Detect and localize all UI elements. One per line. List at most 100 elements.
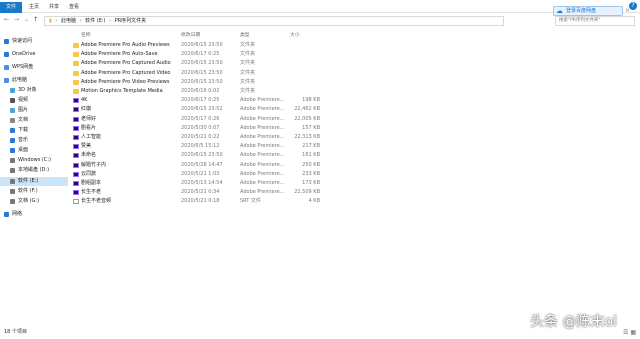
- file-size: 22,005 KB: [294, 115, 320, 122]
- recent-locations-icon[interactable]: ⌄: [24, 16, 29, 23]
- file-type: SRT 文件: [240, 198, 261, 205]
- column-header-type[interactable]: 类型: [240, 31, 250, 38]
- sidebar-item[interactable]: 软件 (F:): [0, 187, 68, 196]
- sidebar-item-label: 本地磁盘 (D:): [18, 167, 50, 173]
- file-row[interactable]: 剧看片 2020/5/30 0:07 Adobe Premiere... 157 KB: [70, 124, 400, 133]
- file-name: Adobe Premiere Pro Captured Audio: [81, 60, 171, 67]
- file-date: 2020/5/30 0:07: [181, 124, 220, 131]
- baidu-netdisk-login-button[interactable]: ☁ 登录百度网盘: [553, 6, 623, 16]
- file-row[interactable]: 赞美 2020/6/5 15:12 Adobe Premiere... 217 KB: [70, 142, 400, 151]
- back-icon[interactable]: ←: [4, 16, 9, 23]
- file-row[interactable]: 剧组副本 2020/5/13 14:54 Adobe Premiere... 173 …: [70, 179, 400, 188]
- close-icon[interactable]: ×: [625, 7, 630, 14]
- breadcrumb-drive-e[interactable]: 软件 (E:): [85, 18, 105, 24]
- file-row[interactable]: Adobe Premiere Pro Audio Previews 2020/6/…: [70, 41, 400, 50]
- column-header-date[interactable]: 修改日期: [181, 31, 200, 38]
- file-row[interactable]: Adobe Premiere Pro Video Previews 2020/6/…: [70, 78, 400, 87]
- breadcrumb-pr-folder[interactable]: PR序列文件夹: [115, 18, 147, 24]
- file-row[interactable]: Motion Graphics Template Media 2020/6/16 …: [70, 87, 400, 96]
- file-date: 2020/6/15 23:50: [181, 78, 223, 85]
- premiere-project-icon: [73, 107, 79, 113]
- sidebar-item[interactable]: 软件 (E:): [0, 177, 68, 186]
- help-icon[interactable]: ?: [629, 2, 637, 10]
- tab-view[interactable]: 查看: [66, 3, 82, 12]
- file-row[interactable]: Adobe Premiere Pro Captured Audio 2020/6/…: [70, 59, 400, 68]
- sidebar-item[interactable]: WPS网盘: [0, 63, 68, 72]
- sidebar-item-label: 此电脑: [12, 77, 28, 83]
- details-view-icon[interactable]: ☰: [623, 329, 628, 336]
- premiere-project-icon: [73, 116, 79, 122]
- sidebar-item-label: 软件 (E:): [18, 178, 39, 184]
- tab-home[interactable]: 主页: [26, 3, 42, 12]
- file-type: 文件夹: [240, 60, 256, 67]
- breadcrumb-this-pc[interactable]: 此电脑: [61, 18, 76, 24]
- file-row[interactable]: 长生不老音频 2020/5/21 0:18 SRT 文件 4 KB: [70, 197, 400, 206]
- desktop-icon: [10, 148, 15, 153]
- up-icon[interactable]: ↑: [33, 16, 38, 23]
- file-date: 2020/6/15 23:50: [181, 60, 223, 67]
- file-date: 2020/6/15 23:52: [181, 106, 223, 113]
- file-name: Adobe Premiere Pro Video Previews: [81, 78, 170, 85]
- sidebar-item[interactable]: 下载: [0, 126, 68, 135]
- file-row[interactable]: 云同旅 2020/5/21 1:03 Adobe Premiere... 233 KB: [70, 170, 400, 179]
- sidebar-item[interactable]: 桌面: [0, 146, 68, 155]
- file-type: Adobe Premiere...: [240, 152, 285, 159]
- cloud-icon: [4, 52, 9, 57]
- sidebar-item[interactable]: 快速访问: [0, 37, 68, 46]
- music-icon: [10, 138, 15, 143]
- file-size: 233 KB: [302, 170, 320, 177]
- sidebar-item[interactable]: 音乐: [0, 136, 68, 145]
- sidebar-item[interactable]: 3D 对象: [0, 86, 68, 95]
- sidebar-item-label: 3D 对象: [18, 87, 37, 93]
- sidebar-item-label: OneDrive: [12, 51, 36, 57]
- file-name: Motion Graphics Template Media: [81, 88, 163, 94]
- sidebar-item-label: WPS网盘: [12, 64, 34, 70]
- view-toggle[interactable]: ☰ ▦: [623, 329, 636, 336]
- file-row[interactable]: 4K 2020/6/17 0:25 Adobe Premiere... 198 KB: [70, 96, 400, 105]
- file-name: 人工智能: [81, 134, 102, 140]
- file-row[interactable]: 未命名 2020/6/15 23:50 Adobe Premiere... 161 K…: [70, 151, 400, 160]
- status-item-count: 18 个项目: [4, 329, 27, 335]
- file-row[interactable]: 红旗 2020/6/15 23:52 Adobe Premiere... 22,462…: [70, 105, 400, 114]
- file-row[interactable]: 老师好 2020/5/17 0:26 Adobe Premiere... 22,005…: [70, 115, 400, 124]
- sidebar-item-label: 视频: [18, 97, 29, 103]
- tab-share[interactable]: 共享: [46, 3, 62, 12]
- sidebar-item[interactable]: Windows (C:): [0, 156, 68, 165]
- sidebar-item[interactable]: 图片: [0, 106, 68, 115]
- file-size: 22,462 KB: [294, 106, 320, 113]
- file-type: 文件夹: [240, 69, 256, 76]
- search-input[interactable]: 搜索"PR序列文件夹": [555, 16, 635, 26]
- file-date: 2020/5/21 1:03: [181, 170, 220, 177]
- sidebar-item-label: 桌面: [18, 147, 29, 153]
- file-row[interactable]: 长生不老 2020/5/21 0:34 Adobe Premiere... 22,50…: [70, 188, 400, 197]
- file-row[interactable]: 解题竹子内 2020/5/28 14:47 Adobe Premiere... 250…: [70, 161, 400, 170]
- sidebar-item[interactable]: 文档 (G:): [0, 197, 68, 206]
- column-header-name[interactable]: 名称: [81, 31, 91, 38]
- cloud-icon: ☁: [556, 7, 563, 15]
- sidebar-item[interactable]: 视频: [0, 96, 68, 105]
- file-date: 2020/5/17 0:26: [181, 115, 220, 122]
- file-name: Adobe Premiere Pro Audio Previews: [81, 42, 170, 48]
- sidebar-item[interactable]: 此电脑: [0, 76, 68, 85]
- file-row[interactable]: 人工智能 2020/5/21 0:22 Adobe Premiere... 22,31…: [70, 133, 400, 142]
- large-icons-view-icon[interactable]: ▦: [630, 329, 636, 336]
- folder-icon: [73, 43, 79, 48]
- forward-icon[interactable]: →: [14, 16, 19, 23]
- file-type: Adobe Premiere...: [240, 143, 285, 150]
- file-row[interactable]: Adobe Premiere Pro Captured Video 2020/6/…: [70, 69, 400, 78]
- folder-icon: [73, 61, 79, 67]
- sidebar-item[interactable]: 网络: [0, 210, 68, 219]
- file-tab[interactable]: 文件: [0, 2, 22, 13]
- file-date: 2020/6/17 0:25: [181, 97, 220, 104]
- file-row[interactable]: Adobe Premiere Pro Auto-Save 2020/6/17 0:…: [70, 50, 400, 59]
- file-type: 文件夹: [240, 78, 256, 85]
- address-field[interactable]: ▮ › 此电脑 › 软件 (E:) › PR序列文件夹: [44, 16, 504, 26]
- sidebar-item[interactable]: 本地磁盘 (D:): [0, 166, 68, 175]
- file-size: 4 KB: [308, 198, 320, 205]
- file-name: 剧看片: [81, 124, 97, 131]
- computer-icon: [4, 78, 9, 83]
- column-header-size[interactable]: 大小: [290, 31, 300, 38]
- sidebar-item[interactable]: OneDrive: [0, 50, 68, 59]
- sidebar-item[interactable]: 文档: [0, 116, 68, 125]
- navigation-pane[interactable]: 快速访问 OneDrive WPS网盘此电脑 3D 对象视频图片 文档 下载 音乐桌面 Win…: [0, 30, 68, 326]
